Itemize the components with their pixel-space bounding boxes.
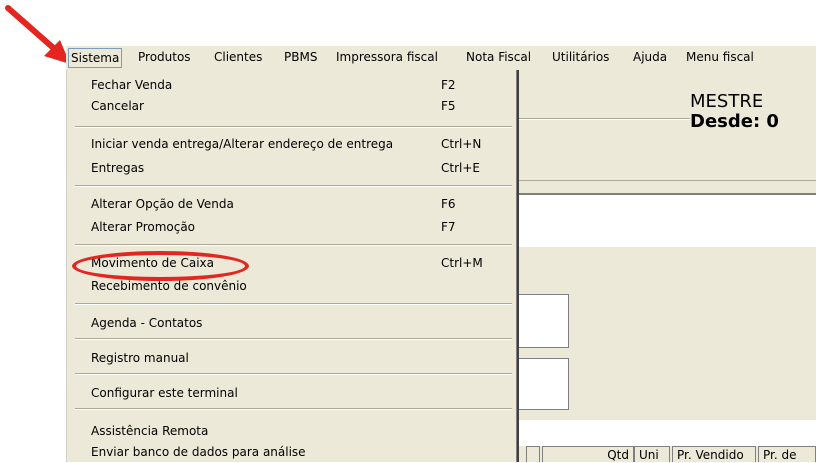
menu-item-configurar-terminal[interactable]: Configurar este terminal	[91, 386, 238, 400]
menu-clientes[interactable]: Clientes	[214, 50, 262, 64]
input-box-2[interactable]	[516, 358, 569, 410]
operator-info: MESTRE Desde: 0	[690, 92, 816, 144]
menu-produtos[interactable]: Produtos	[138, 50, 191, 64]
menu-separator	[75, 126, 512, 128]
shortcut-movimento-de-caixa: Ctrl+M	[441, 256, 483, 270]
shortcut-fechar-venda: F2	[441, 78, 456, 92]
menu-separator	[75, 408, 512, 410]
items-grid-header: Qtd Uni Pr. Vendido Pr. de	[516, 446, 816, 462]
menu-utilitarios[interactable]: Utilitários	[552, 50, 609, 64]
grid-col-pr-de[interactable]: Pr. de	[758, 446, 816, 462]
shortcut-alterar-opcao-venda: F6	[441, 197, 456, 211]
grid-col-qtd[interactable]: Qtd	[542, 446, 634, 462]
menu-menu-fiscal[interactable]: Menu fiscal	[686, 50, 754, 64]
menu-pbms[interactable]: PBMS	[284, 50, 317, 64]
menu-sistema[interactable]: Sistema	[68, 48, 123, 68]
menu-item-recebimento-de-convenio[interactable]: Recebimento de convênio	[91, 279, 247, 293]
menu-ajuda[interactable]: Ajuda	[633, 50, 667, 64]
annotation-highlight-oval	[72, 251, 249, 281]
menu-impressora-fiscal[interactable]: Impressora fiscal	[336, 50, 438, 64]
items-grid[interactable]	[516, 420, 816, 446]
menu-item-enviar-banco-de-dados[interactable]: Enviar banco de dados para análise	[91, 445, 306, 459]
menu-item-registro-manual[interactable]: Registro manual	[91, 351, 189, 365]
menu-nota-fiscal[interactable]: Nota Fiscal	[466, 50, 531, 64]
menu-separator	[75, 303, 512, 305]
grid-col-pr-vendido[interactable]: Pr. Vendido	[672, 446, 756, 462]
grid-col-blank	[526, 446, 540, 462]
shortcut-iniciar-venda-entrega: Ctrl+N	[441, 137, 482, 151]
menu-item-cancelar[interactable]: Cancelar	[91, 99, 144, 113]
shortcut-entregas: Ctrl+E	[441, 161, 480, 175]
section-divider	[516, 180, 816, 181]
menu-separator	[75, 373, 512, 375]
product-search-field[interactable]	[516, 193, 816, 247]
menu-separator	[75, 244, 512, 246]
screenshot-margin	[0, 0, 816, 45]
menu-item-alterar-promocao[interactable]: Alterar Promoção	[91, 220, 195, 234]
menu-separator	[75, 338, 512, 340]
menu-item-alterar-opcao-venda[interactable]: Alterar Opção de Venda	[91, 197, 234, 211]
menu-bar: Sistema Produtos Clientes PBMS Impressor…	[66, 45, 816, 70]
menu-item-agenda-contatos[interactable]: Agenda - Contatos	[91, 316, 202, 330]
menu-separator	[75, 185, 512, 187]
menu-item-iniciar-venda-entrega[interactable]: Iniciar venda entrega/Alterar endereço d…	[91, 137, 393, 151]
menu-item-assistencia-remota[interactable]: Assistência Remota	[91, 424, 208, 438]
shortcut-cancelar: F5	[441, 99, 456, 113]
input-box-1[interactable]	[516, 294, 569, 348]
operator-name: MESTRE	[690, 91, 764, 112]
menu-item-entregas[interactable]: Entregas	[91, 161, 144, 175]
grid-col-uni[interactable]: Uni	[634, 446, 670, 462]
menu-item-fechar-venda[interactable]: Fechar Venda	[91, 78, 172, 92]
shortcut-alterar-promocao: F7	[441, 220, 456, 234]
operator-since: Desde: 0	[690, 111, 779, 132]
